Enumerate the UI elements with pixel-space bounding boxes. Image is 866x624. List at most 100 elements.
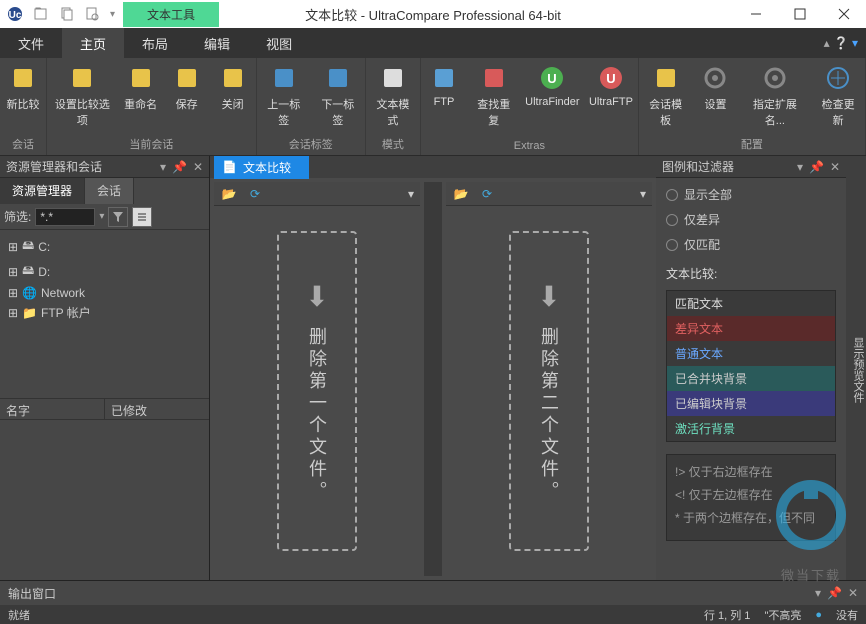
- output-bar[interactable]: 输出窗口 ▾ 📌 ✕: [0, 580, 866, 605]
- minimize-button[interactable]: [734, 0, 778, 28]
- tree-item[interactable]: ⊞🌐Network: [4, 284, 205, 302]
- ribbon-collapse-icon[interactable]: ▴: [824, 36, 830, 50]
- compare-tab[interactable]: 📄 文本比较: [214, 156, 309, 179]
- ribbon-new-compare[interactable]: 新比较: [0, 62, 46, 114]
- panel-close-icon[interactable]: ✕: [830, 160, 840, 174]
- ribbon-update[interactable]: 检查更新: [811, 62, 865, 130]
- panel-close-icon[interactable]: ✕: [193, 160, 203, 174]
- menu-主页[interactable]: 主页: [62, 28, 124, 58]
- left-drop-target[interactable]: ⬇ 删除第一个文件。: [277, 231, 357, 551]
- compare-tab-icon: 📄: [222, 160, 237, 174]
- menu-布局[interactable]: 布局: [124, 28, 186, 58]
- ribbon-settings[interactable]: 设置: [692, 62, 738, 114]
- filter-radio-1[interactable]: 仅差异: [666, 211, 836, 228]
- open-folder-icon[interactable]: 📂: [220, 185, 238, 203]
- panel-menu-icon[interactable]: ▾: [797, 160, 803, 174]
- panel-close-icon[interactable]: ✕: [848, 586, 858, 600]
- status-bar: 就绪 行 1, 列 1 "不高亮 ● 没有: [0, 605, 866, 624]
- filter-radio-2[interactable]: 仅匹配: [666, 236, 836, 253]
- highlight-mode[interactable]: "不高亮: [764, 607, 801, 623]
- panel-menu-icon[interactable]: ▾: [815, 586, 821, 600]
- ribbon-options[interactable]: 设置比较选项: [47, 62, 118, 130]
- close-button[interactable]: [822, 0, 866, 28]
- col-modified[interactable]: 已修改: [105, 399, 209, 419]
- ribbon-group-label: 会话: [0, 133, 46, 155]
- ftp-icon: [430, 64, 458, 92]
- ribbon-close[interactable]: 关闭: [210, 62, 256, 114]
- explorer-tab-0[interactable]: 资源管理器: [0, 178, 85, 204]
- cursor-position: 行 1, 列 1: [704, 607, 750, 623]
- pane-dropdown-icon[interactable]: ▾: [408, 187, 414, 201]
- next-tab-icon: [324, 64, 352, 92]
- filter-list-icon[interactable]: [132, 207, 152, 227]
- filter-radio-0[interactable]: 显示全部: [666, 186, 836, 203]
- panel-pin-icon[interactable]: 📌: [172, 160, 187, 174]
- menu-视图[interactable]: 视图: [248, 28, 310, 58]
- panel-pin-icon[interactable]: 📌: [809, 160, 824, 174]
- panel-menu-icon[interactable]: ▾: [160, 160, 166, 174]
- compare-area: 📄 文本比较 📂 ⟳ ▾ ⬇ 删除第一个文件。: [210, 156, 656, 580]
- right-drop-text: 删除第二个文件。: [536, 327, 562, 503]
- ribbon-rename[interactable]: 重命名: [118, 62, 164, 114]
- ribbon-ufinder[interactable]: UUltraFinder: [521, 62, 585, 110]
- ribbon-find-dup[interactable]: 查找重复: [467, 62, 521, 130]
- maximize-button[interactable]: [778, 0, 822, 28]
- ribbon-prev-tab[interactable]: 上一标签: [257, 62, 311, 130]
- legend-panel: 图例和过滤器 ▾📌✕ 显示全部仅差异仅匹配 文本比较: 匹配文本差异文本普通文本…: [656, 156, 846, 580]
- tree-item[interactable]: ⊞🖴D:: [4, 259, 205, 284]
- ribbon-next-tab[interactable]: 下一标签: [311, 62, 365, 130]
- tree-item[interactable]: ⊞🖴C:: [4, 234, 205, 259]
- radio-icon: [666, 189, 678, 201]
- new-compare-icon: [9, 64, 37, 92]
- filter-dropdown-icon[interactable]: ▾: [99, 211, 104, 222]
- qat-dropdown-icon[interactable]: ▾: [110, 9, 115, 20]
- menubar: 文件主页布局编辑视图 ▴ ❔ ▾: [0, 28, 866, 58]
- titlebar: Uc ▾ 文本工具 文本比较 - UltraCompare Profession…: [0, 0, 866, 28]
- col-name[interactable]: 名字: [0, 399, 105, 419]
- menu-文件[interactable]: 文件: [0, 28, 62, 58]
- open-folder-icon[interactable]: 📂: [452, 185, 470, 203]
- refresh-icon[interactable]: ⟳: [246, 185, 264, 203]
- compare-gutter: [424, 182, 442, 576]
- refresh-icon[interactable]: ⟳: [478, 185, 496, 203]
- explorer-panel-title: 资源管理器和会话: [6, 158, 102, 175]
- menu-编辑[interactable]: 编辑: [186, 28, 248, 58]
- drive-icon: 🖴: [22, 236, 34, 257]
- hint-line: !> 仅于右边框存在: [675, 463, 827, 480]
- pane-dropdown-icon[interactable]: ▾: [640, 187, 646, 201]
- legend-item: 差异文本: [667, 316, 835, 341]
- ribbon-uftp[interactable]: UUltraFTP: [584, 62, 638, 110]
- status-dot-icon: ●: [815, 609, 822, 621]
- radio-icon: [666, 214, 678, 226]
- ribbon-ftp[interactable]: FTP: [421, 62, 467, 110]
- app-icon: Uc: [6, 5, 24, 23]
- context-tab[interactable]: 文本工具: [123, 2, 219, 27]
- qat-search-icon[interactable]: [84, 5, 102, 23]
- settings-icon: [701, 64, 729, 92]
- ribbon-extensions[interactable]: 指定扩展名...: [738, 62, 811, 130]
- left-drop-text: 删除第一个文件。: [304, 327, 330, 503]
- filter-funnel-icon[interactable]: [108, 207, 128, 227]
- legend-item: 已合并块背景: [667, 366, 835, 391]
- panel-pin-icon[interactable]: 📌: [827, 586, 842, 600]
- qat-open-icon[interactable]: [32, 5, 50, 23]
- preview-strip[interactable]: 显示预览文件: [846, 156, 866, 580]
- tree-item[interactable]: ⊞📁FTP 帐户: [4, 302, 205, 323]
- drop-arrow-icon: ⬇: [537, 280, 560, 313]
- ribbon-template[interactable]: 会话模板: [639, 62, 693, 130]
- output-label: 输出窗口: [8, 585, 56, 602]
- right-compare-pane: 📂 ⟳ ▾ ⬇ 删除第二个文件。: [446, 182, 652, 576]
- rename-icon: [127, 64, 155, 92]
- right-drop-target[interactable]: ⬇ 删除第二个文件。: [509, 231, 589, 551]
- ufinder-icon: U: [538, 64, 566, 92]
- ribbon-text-mode[interactable]: 文本模式: [366, 62, 420, 130]
- save-icon: [173, 64, 201, 92]
- qat-copy-icon[interactable]: [58, 5, 76, 23]
- filter-input[interactable]: [35, 208, 95, 226]
- help-icon[interactable]: ❔ ▾: [834, 36, 858, 50]
- ribbon-group-label: 会话标签: [257, 133, 365, 155]
- legend-item: 匹配文本: [667, 291, 835, 316]
- explorer-tab-1[interactable]: 会话: [85, 178, 134, 204]
- ribbon-save[interactable]: 保存: [164, 62, 210, 114]
- legend-item: 普通文本: [667, 341, 835, 366]
